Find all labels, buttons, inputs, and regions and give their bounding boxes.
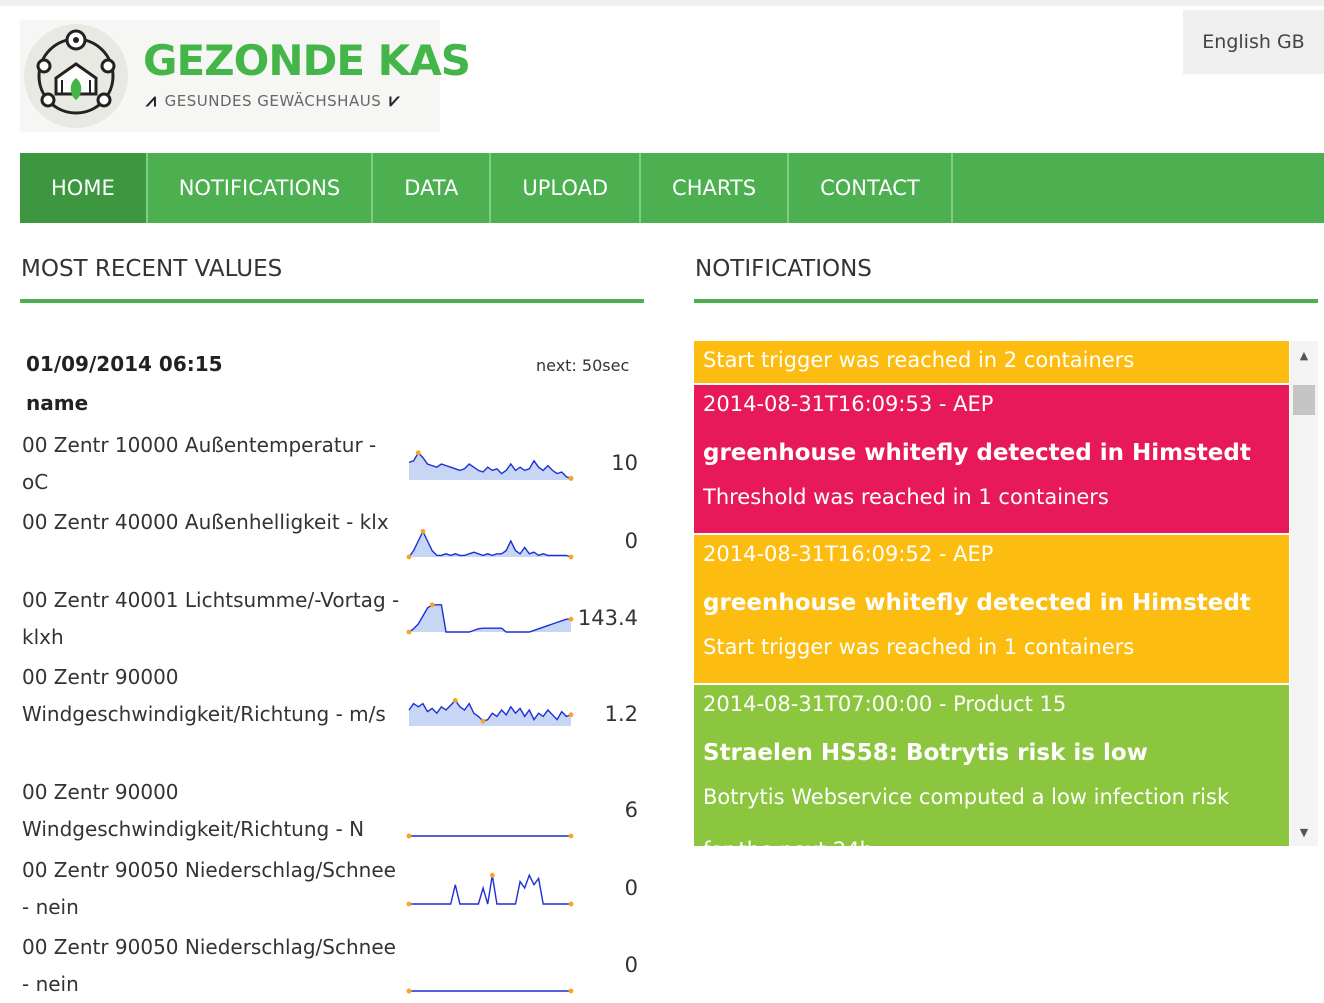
sparkline-marker bbox=[420, 529, 426, 534]
value-row-value: 1.2 bbox=[604, 702, 638, 726]
tool-icon: ⩘ bbox=[146, 90, 157, 111]
column-header-name: name bbox=[26, 391, 89, 415]
nav-item-data[interactable]: DATA bbox=[373, 153, 492, 223]
nav-item-contact[interactable]: CONTACT bbox=[789, 153, 953, 223]
tool-icon: ⩗ bbox=[389, 90, 400, 111]
value-row-label: 00 Zentr 40000 Außenhelligkeit - klx bbox=[22, 510, 389, 534]
main-nav: HOME NOTIFICATIONS DATA UPLOAD CHARTS CO… bbox=[20, 153, 1324, 223]
notifications-title: NOTIFICATIONS bbox=[695, 256, 872, 282]
notification-meta: Start trigger was reached in 2 container… bbox=[703, 348, 1135, 372]
sparkline-marker bbox=[489, 872, 495, 878]
notification-card[interactable]: 2014-08-31T16:09:53 - AEP greenhouse whit… bbox=[694, 385, 1289, 535]
value-row-value: 10 bbox=[611, 451, 638, 475]
value-row-value: 0 bbox=[624, 953, 638, 977]
value-row-label: 00 Zentr 90050 Niederschlag/Schnee - nei… bbox=[22, 935, 396, 996]
brand-tagline-text: GESUNDES GEWÄCHSHAUS bbox=[164, 91, 382, 110]
sparkline-marker bbox=[429, 602, 435, 608]
notification-meta: 2014-08-31T16:09:53 - AEP bbox=[703, 392, 994, 416]
value-row-value: 143.4 bbox=[577, 606, 638, 630]
sparkline-marker bbox=[568, 901, 574, 907]
language-selector[interactable]: English GB bbox=[1183, 10, 1324, 74]
nav-item-upload[interactable]: UPLOAD bbox=[491, 153, 642, 223]
value-row-label: 00 Zentr 90000 Windgeschwindigkeit/Richt… bbox=[22, 780, 365, 841]
sparkline-marker bbox=[406, 833, 412, 839]
notifications-list: Start trigger was reached in 2 container… bbox=[694, 341, 1289, 846]
scrollbar-thumb[interactable] bbox=[1293, 385, 1315, 415]
value-row-value: 6 bbox=[624, 798, 638, 822]
value-row-value: 0 bbox=[624, 876, 638, 900]
sparkline-marker bbox=[406, 988, 412, 994]
nav-item-charts[interactable]: CHARTS bbox=[641, 153, 790, 223]
notification-card[interactable]: 2014-08-31T16:09:52 - AEP greenhouse whit… bbox=[694, 535, 1289, 685]
sparkline-marker bbox=[568, 554, 574, 560]
value-row-value: 0 bbox=[624, 529, 638, 553]
notification-card[interactable]: 2014-08-31T07:00:00 - Product 15 Straelen… bbox=[694, 685, 1289, 846]
notification-headline: greenhouse whitefly detected in Himstedt bbox=[703, 440, 1251, 466]
scroll-up-icon[interactable]: ▲ bbox=[1290, 343, 1318, 367]
scroll-down-icon[interactable]: ▼ bbox=[1290, 820, 1318, 844]
notifications-scrollbar[interactable]: ▲ ▼ bbox=[1290, 341, 1318, 846]
greenhouse-emblem-icon bbox=[24, 24, 128, 128]
notification-detail: Threshold was reached in 1 containers bbox=[703, 485, 1109, 509]
value-row-label: 00 Zentr 10000 Außentemperatur - oC bbox=[22, 433, 377, 494]
notification-meta: 2014-08-31T07:00:00 - Product 15 bbox=[703, 692, 1067, 716]
value-row-label: 00 Zentr 90050 Niederschlag/Schnee - nei… bbox=[22, 858, 396, 919]
notifications-rule bbox=[694, 299, 1318, 303]
recent-timestamp: 01/09/2014 06:15 bbox=[26, 352, 223, 376]
sparkline-marker bbox=[480, 718, 486, 724]
top-strip bbox=[0, 0, 1324, 6]
notification-headline: greenhouse whitefly detected in Himstedt bbox=[703, 590, 1251, 616]
sparkline-marker bbox=[568, 476, 574, 481]
sparkline-marker bbox=[406, 901, 412, 907]
brand-name: GEZONDE KAS bbox=[143, 36, 471, 85]
sparkline-marker bbox=[568, 833, 574, 839]
brand-tagline: ⩘ GESUNDES GEWÄCHSHAUS ⩗ bbox=[146, 90, 400, 111]
value-row-label: 00 Zentr 40001 Lichtsumme/-Vortag - klxh bbox=[22, 588, 400, 649]
sparkline-marker bbox=[406, 629, 412, 635]
sparkline-marker bbox=[406, 554, 412, 560]
refresh-countdown: next: 50sec bbox=[536, 356, 630, 375]
value-row-label: 00 Zentr 90000 Windgeschwindigkeit/Richt… bbox=[22, 665, 386, 726]
sparkline-marker bbox=[568, 988, 574, 994]
sparkline-marker bbox=[452, 698, 458, 703]
notifications-panel[interactable]: Start trigger was reached in 2 container… bbox=[694, 341, 1324, 846]
recent-values-title: MOST RECENT VALUES bbox=[21, 256, 283, 282]
sparkline-marker bbox=[415, 450, 421, 456]
notification-detail: Botrytis Webservice computed a low infec… bbox=[703, 785, 1230, 809]
recent-values-rule bbox=[20, 299, 644, 303]
notification-headline: Straelen HS58: Botrytis risk is low bbox=[703, 740, 1148, 766]
notification-card[interactable]: Start trigger was reached in 2 container… bbox=[694, 341, 1289, 385]
notification-meta: 2014-08-31T16:09:52 - AEP bbox=[703, 542, 994, 566]
nav-item-home[interactable]: HOME bbox=[20, 153, 148, 223]
notification-detail: Start trigger was reached in 1 container… bbox=[703, 635, 1135, 659]
nav-item-notifications[interactable]: NOTIFICATIONS bbox=[148, 153, 374, 223]
notification-detail: for the next 24h bbox=[703, 833, 1280, 846]
